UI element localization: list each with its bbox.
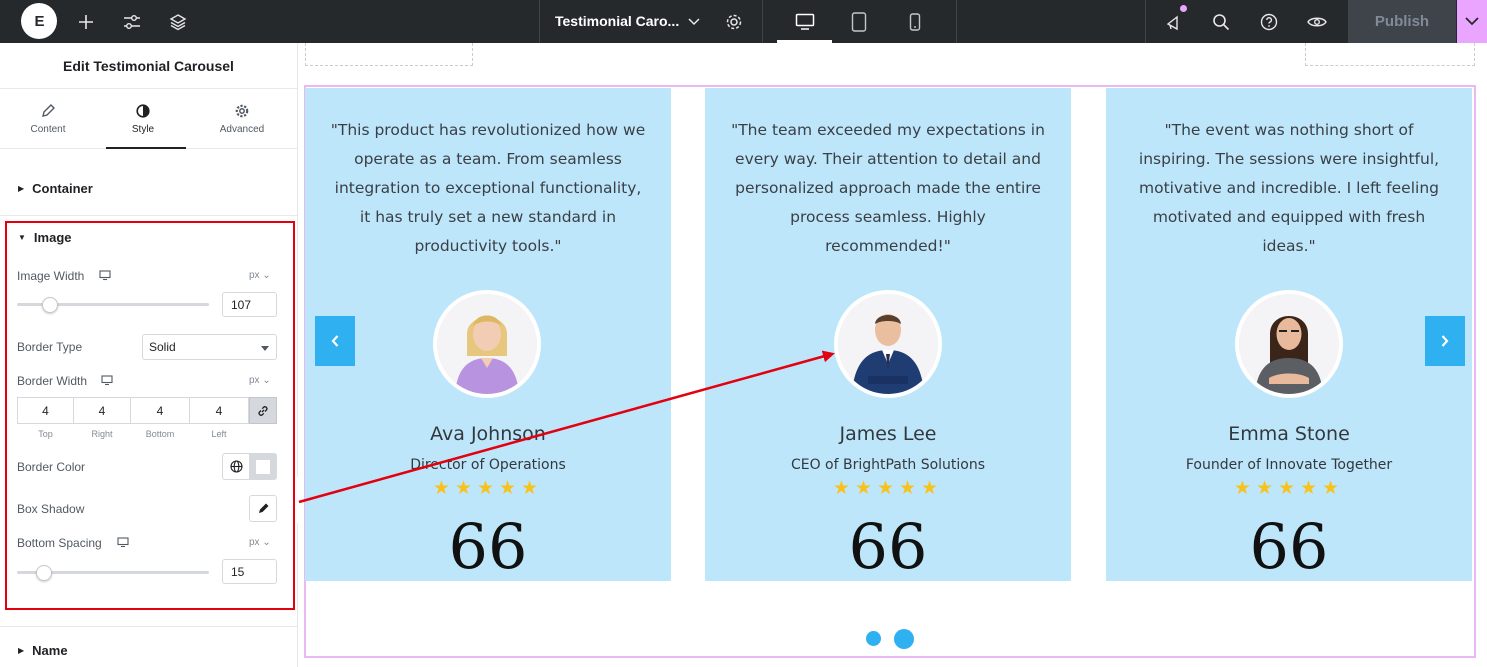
layers-icon[interactable] [164,0,192,43]
panel-tabs: Content Style Advanced [0,89,297,149]
section-container[interactable]: ▶ Container [0,167,298,209]
carousel-prev-button[interactable] [315,316,355,366]
gear-icon[interactable] [722,0,746,43]
dim-label-top: Top [38,429,53,439]
empty-column-placeholder[interactable] [1305,43,1475,66]
bottom-spacing-unit[interactable]: px ⌄ [249,537,271,548]
bottom-spacing-input[interactable]: 15 [222,559,277,584]
desktop-icon[interactable] [101,375,113,386]
avatar [433,290,541,398]
chevron-left-icon [331,335,339,347]
testimonial-role: CEO of BrightPath Solutions [790,457,986,473]
border-width-top-input[interactable]: 4 [17,397,74,424]
quote-mark-icon: 66 [848,510,928,583]
contrast-icon [136,103,150,118]
tab-advanced[interactable]: Advanced [197,89,287,149]
star-rating: ★★★★★ [1233,478,1345,499]
pencil-icon [258,503,268,513]
editor-topbar: E Testimonial Caro... Publish [0,0,1487,43]
desktop-icon[interactable] [99,270,111,281]
pencil-icon [42,103,55,117]
testimonial-quote: "The team exceeded my expectations in ev… [731,121,1045,255]
preview-eye-icon[interactable] [1305,0,1329,43]
border-color-label: Border Color [17,460,86,474]
image-width-unit[interactable]: px ⌄ [249,270,271,281]
border-width-right-input[interactable]: 4 [73,397,131,424]
border-type-select[interactable]: Solid [142,334,277,360]
bottom-spacing-label: Bottom Spacing [17,536,102,550]
testimonial-name: James Lee [839,423,937,445]
box-shadow-label: Box Shadow [17,502,85,516]
section-image[interactable]: ▼ Image [0,226,298,248]
testimonial-role: Director of Operations [410,457,566,473]
global-colors-button[interactable] [222,453,250,480]
border-color-swatch[interactable] [249,453,277,480]
pagination-dot-active[interactable] [894,629,914,649]
link-values-button[interactable] [249,397,277,424]
testimonial-role: Founder of Innovate Together [1185,457,1393,473]
border-type-label: Border Type [17,340,83,354]
section-name[interactable]: ▶ Name [0,640,298,660]
avatar [1235,290,1343,398]
border-width-left-input[interactable]: 4 [189,397,249,424]
border-width-label: Border Width [17,374,88,388]
testimonial-quote: "The event was nothing short of inspirin… [1138,121,1440,255]
border-width-bottom-input[interactable]: 4 [130,397,190,424]
notification-badge [1180,5,1187,12]
testimonial-name: Emma Stone [1228,423,1350,445]
dim-label-bottom: Bottom [145,429,175,439]
tab-content[interactable]: Content [3,89,93,149]
testimonial-quote: "This product has revolutionized how we … [330,121,646,255]
star-rating: ★★★★★ [832,478,944,499]
tab-style[interactable]: Style [98,89,188,149]
testimonial-name: Ava Johnson [430,423,546,445]
desktop-icon[interactable] [117,537,129,548]
chevron-right-icon [1441,335,1449,347]
tablet-icon[interactable] [849,0,869,43]
avatar [834,290,942,398]
chevron-down-icon[interactable] [684,0,704,43]
testimonial-card: "This product has revolutionized how we … [305,88,671,581]
testimonial-card: "The event was nothing short of inspirin… [1106,88,1472,581]
gear-icon [235,104,249,117]
divider [762,0,763,43]
star-rating: ★★★★★ [432,478,544,499]
link-icon [258,405,268,416]
widget-title[interactable]: Testimonial Caro... [555,0,679,43]
publish-options-chevron-icon[interactable] [1457,0,1487,43]
caret-down-icon [261,346,269,351]
dim-label-left: Left [211,429,227,439]
globe-icon [229,460,243,473]
quote-mark-icon: 66 [1249,510,1329,583]
carousel-next-button[interactable] [1425,316,1465,366]
quote-mark-icon: 66 [448,510,528,583]
image-width-input[interactable]: 107 [222,292,277,317]
caret-down-icon: ▼ [18,232,26,242]
caret-right-icon: ▶ [18,183,25,193]
mobile-icon[interactable] [905,0,925,43]
search-icon[interactable] [1209,0,1233,43]
settings-sliders-icon[interactable] [118,0,146,43]
help-icon[interactable] [1257,0,1281,43]
empty-column-placeholder[interactable] [305,43,473,66]
publish-button[interactable]: Publish [1348,0,1456,43]
caret-right-icon: ▶ [18,645,25,655]
dim-label-right: Right [91,429,113,439]
panel-title: Edit Testimonial Carousel [0,43,297,89]
image-width-label: Image Width [17,269,85,283]
divider [1145,0,1146,43]
add-icon[interactable] [72,0,100,43]
divider [539,0,540,43]
border-width-unit[interactable]: px ⌄ [249,375,271,386]
divider [956,0,957,43]
elementor-logo-icon[interactable]: E [21,3,57,39]
desktop-icon[interactable] [793,0,817,43]
box-shadow-edit-button[interactable] [249,495,277,522]
color-preview [256,459,270,474]
pagination-dot[interactable] [866,631,881,646]
divider [0,215,298,216]
divider [0,626,298,627]
testimonial-card: "The team exceeded my expectations in ev… [705,88,1071,581]
